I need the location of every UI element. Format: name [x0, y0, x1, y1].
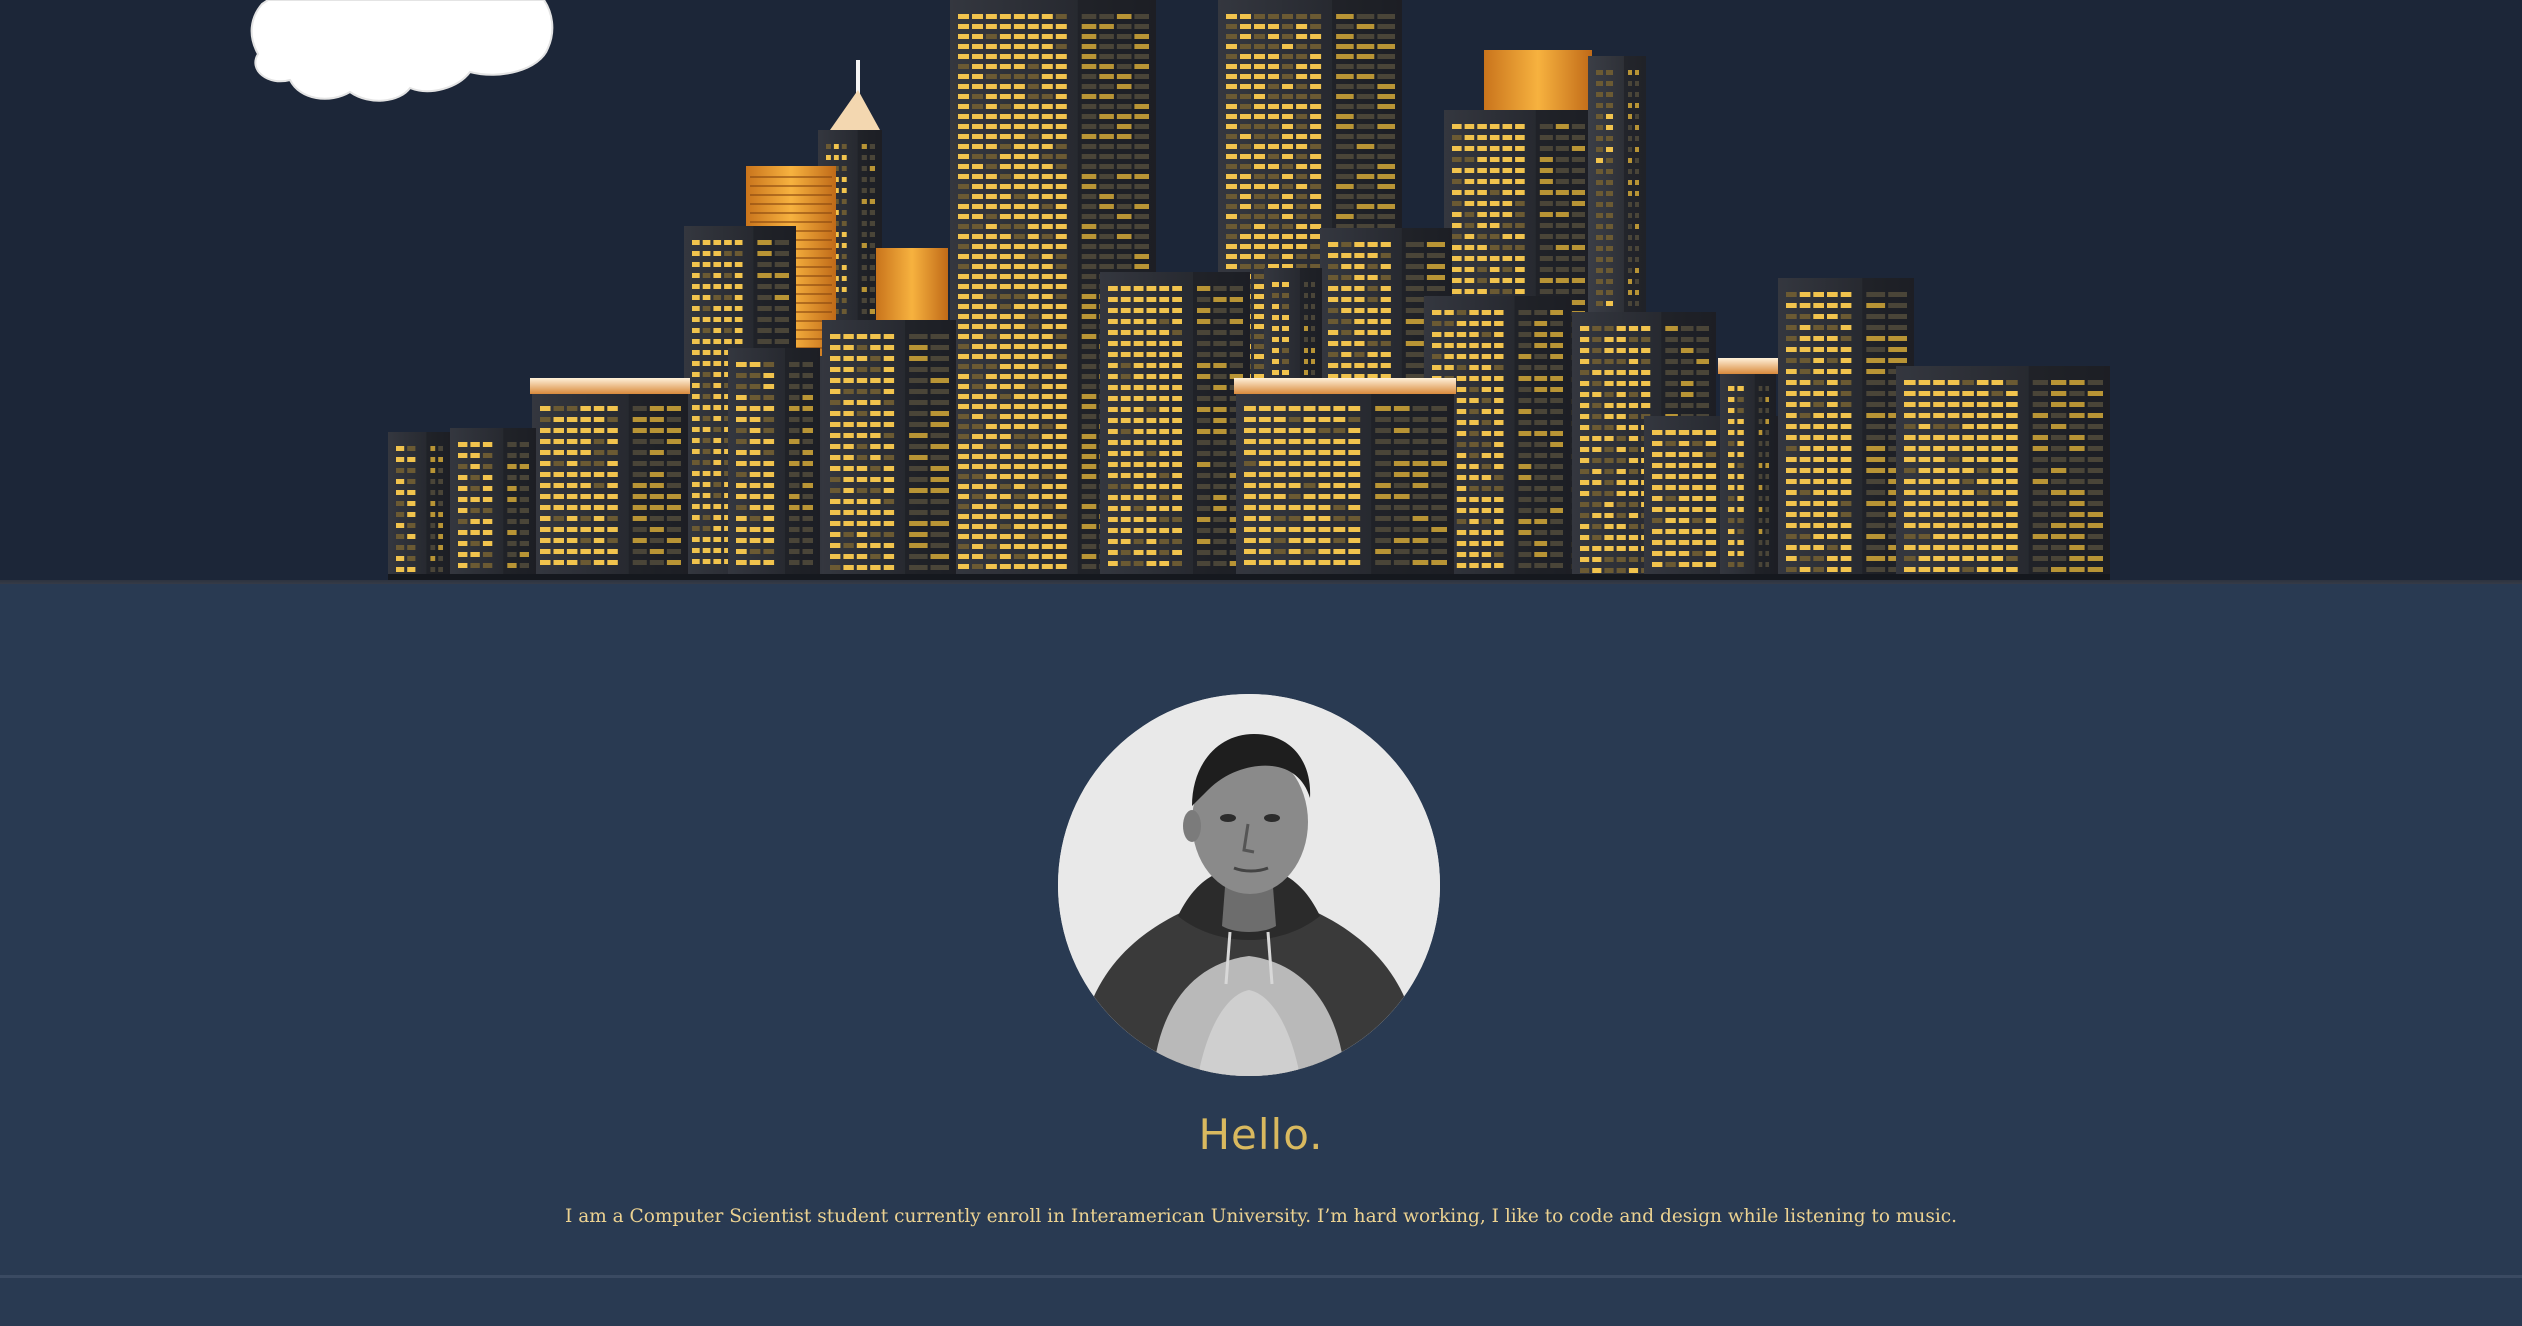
- profile-photo: [1058, 694, 1440, 1076]
- skyline-ground-divider: [0, 580, 2522, 584]
- cloud-icon: [250, 0, 554, 102]
- greeting-heading: Hello.: [1198, 1110, 1324, 1159]
- hero-banner: [0, 0, 2522, 584]
- footer-strip: [0, 1278, 2522, 1326]
- bio-text: I am a Computer Scientist student curren…: [565, 1206, 1957, 1227]
- city-skyline-illustration: [250, 0, 2110, 580]
- about-section: Hello. I am a Computer Scientist student…: [0, 594, 2522, 1276]
- person-portrait-icon: [1058, 694, 1440, 1076]
